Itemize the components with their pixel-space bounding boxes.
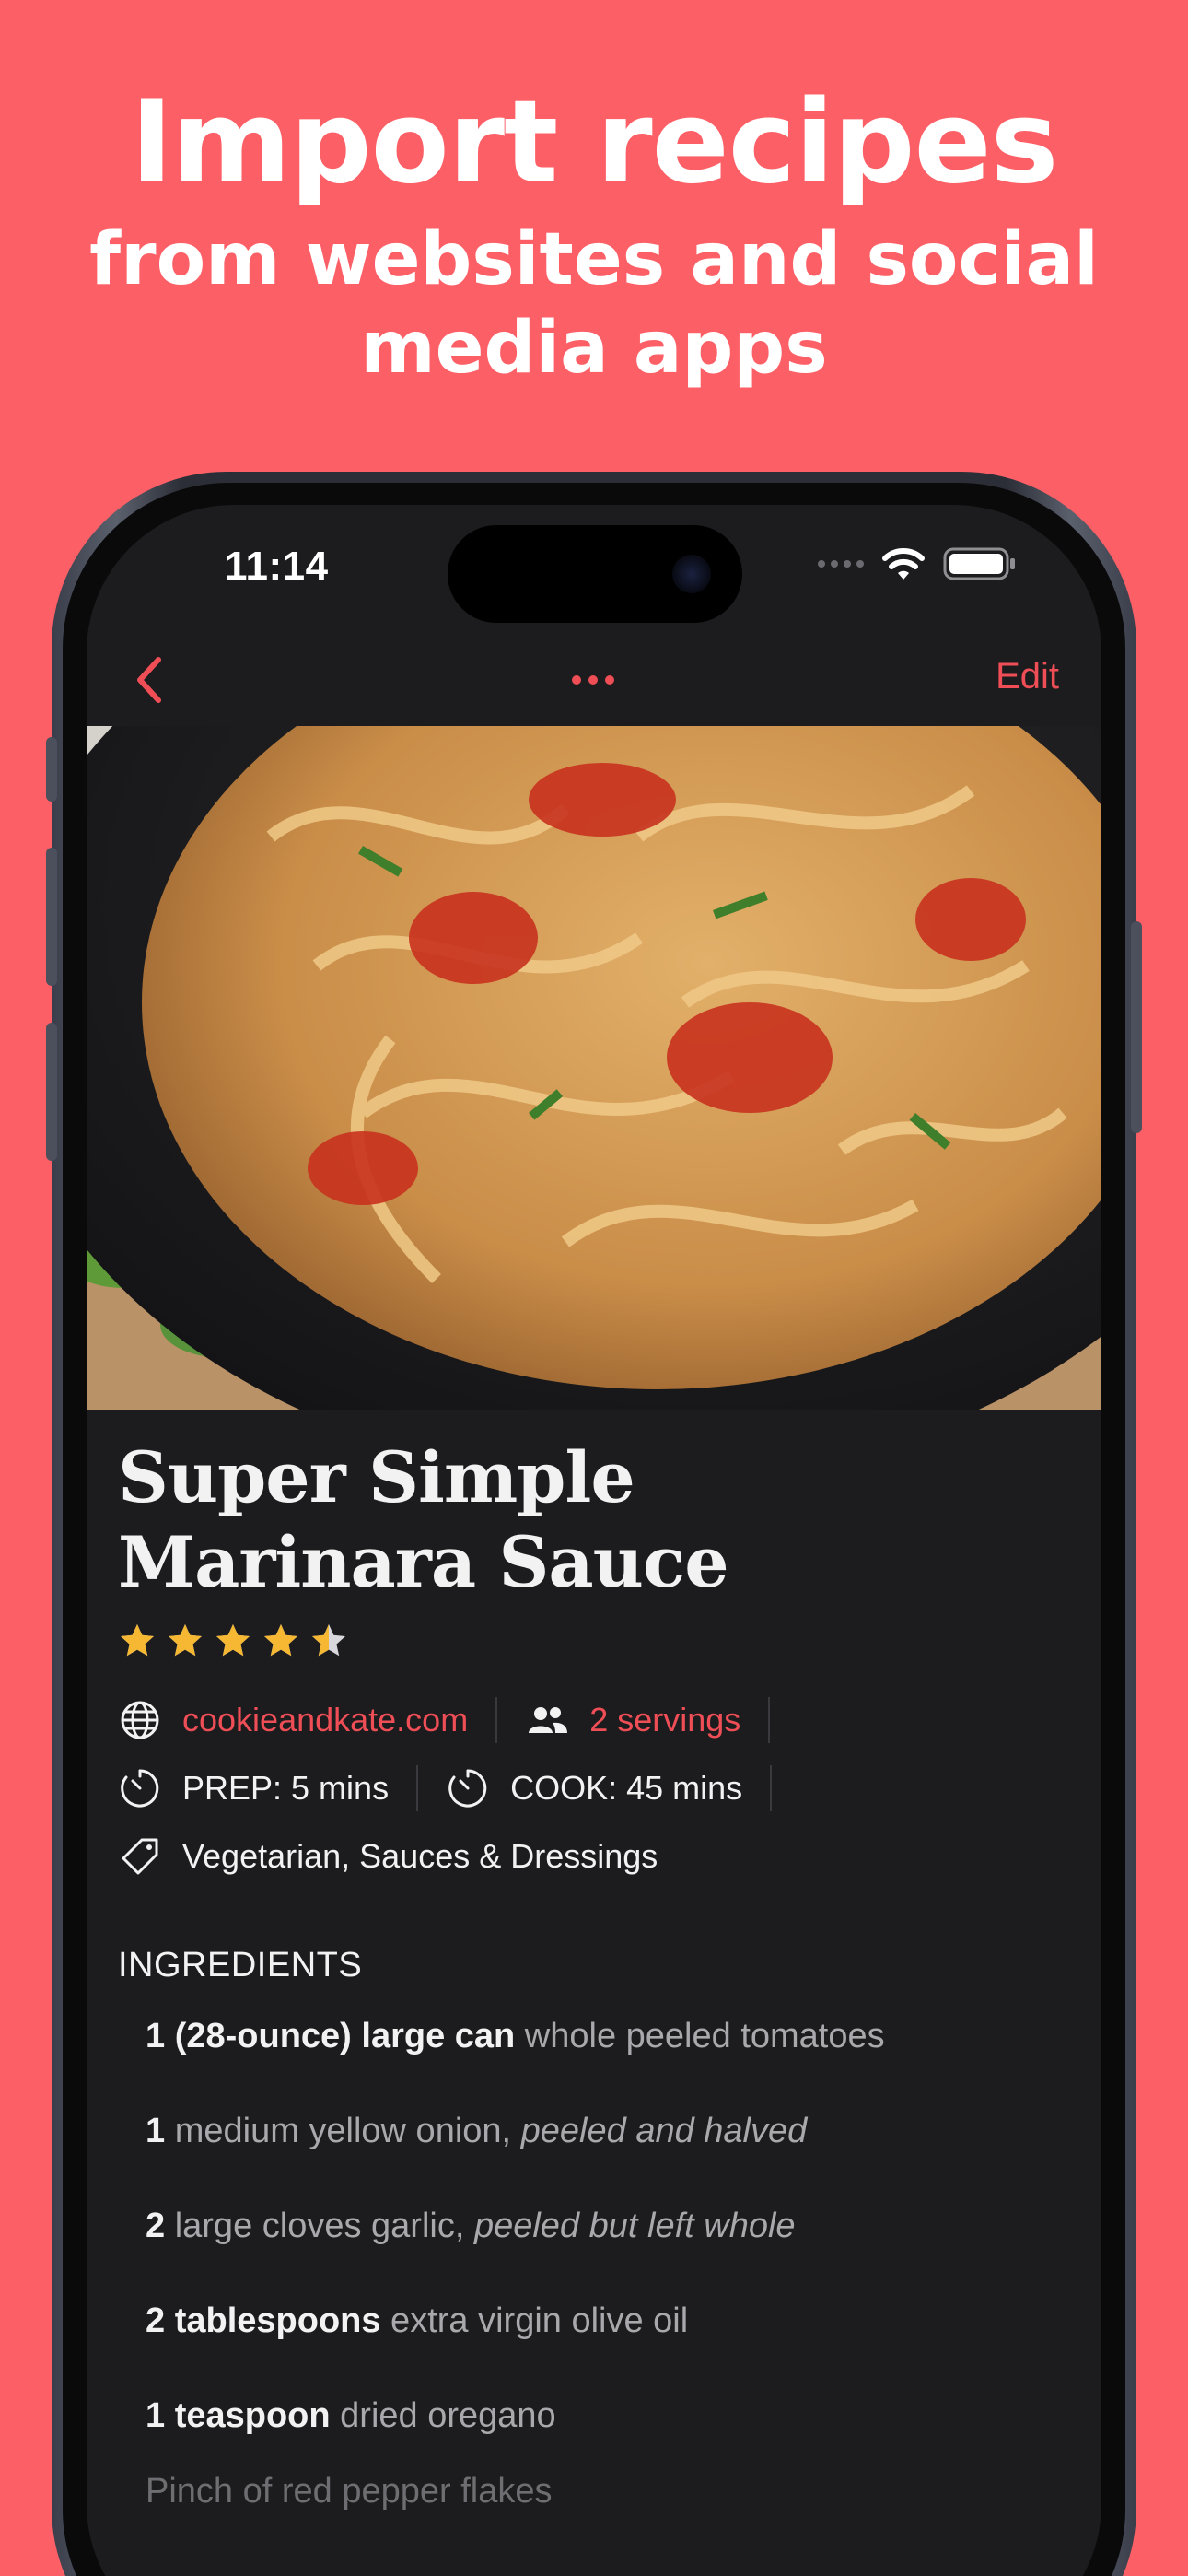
recipe-title-line2: Marinara Sauce	[118, 1521, 729, 1603]
source-servings-row: cookieandkate.com 2 servings	[118, 1686, 1076, 1754]
time-row: PREP: 5 mins COOK: 45 mins	[118, 1754, 1076, 1822]
cook-time: COOK: 45 mins	[510, 1769, 743, 1807]
list-item[interactable]: 2 tablespoons extra virgin olive oil	[146, 2274, 1076, 2369]
timer-icon	[121, 1769, 159, 1808]
timer-icon	[448, 1769, 487, 1808]
servings-button[interactable]: 2 servings	[589, 1701, 740, 1739]
phone-action-button	[46, 737, 57, 802]
star-icon	[312, 1624, 345, 1657]
star-icon	[216, 1624, 250, 1657]
phone-volume-up	[46, 848, 57, 986]
recipe-content: Super Simple Marinara Sauce cookieandkat…	[118, 1435, 1076, 2519]
wifi-icon	[882, 548, 925, 580]
ingredient-note: peeled and halved	[520, 2112, 808, 2150]
list-item: Pinch of red pepper flakes	[146, 2464, 1076, 2519]
list-item[interactable]: 1 medium yellow onion, peeled and halved	[146, 2084, 1076, 2179]
list-item[interactable]: 1 teaspoon dried oregano	[146, 2369, 1076, 2464]
status-icons	[818, 545, 1017, 582]
ingredient-quantity: 2 tablespoons	[146, 2301, 381, 2340]
nav-bar: Edit	[87, 634, 1101, 726]
recipe-photo	[87, 726, 1101, 1410]
source-link[interactable]: cookieandkate.com	[182, 1701, 468, 1739]
camera-icon	[672, 555, 711, 593]
ingredient-name: whole peeled tomatoes	[515, 2017, 885, 2055]
tag-icon	[122, 1838, 158, 1875]
divider	[416, 1765, 419, 1811]
list-item[interactable]: 2 large cloves garlic, peeled but left w…	[146, 2179, 1076, 2274]
marketing-headline: Import recipes from websites and social …	[0, 74, 1188, 392]
ingredients-heading: INGREDIENTS	[118, 1946, 363, 1985]
headline-subtitle: from websites and social media apps	[89, 218, 1099, 390]
divider	[495, 1697, 498, 1743]
ingredient-partial: Pinch of red pepper flakes	[146, 2472, 553, 2511]
rating-stars[interactable]	[118, 1622, 1076, 1666]
status-bar: 11:14	[87, 505, 1101, 634]
ingredient-quantity: 1	[146, 2112, 166, 2150]
ingredient-quantity: 1 (28-ounce) large can	[146, 2017, 516, 2055]
ingredient-name: large cloves garlic,	[165, 2207, 474, 2245]
ingredients-list: 1 (28-ounce) large can whole peeled toma…	[118, 1989, 1076, 2464]
chevron-left-icon[interactable]	[127, 652, 173, 708]
phone-power-button	[1131, 921, 1142, 1133]
divider	[770, 1765, 773, 1811]
list-item[interactable]: 1 (28-ounce) large can whole peeled toma…	[146, 1989, 1076, 2084]
globe-icon	[121, 1701, 159, 1739]
ingredient-name: dried oregano	[330, 2396, 556, 2435]
signal-icon	[818, 560, 864, 568]
star-icon	[264, 1624, 297, 1657]
star-icon	[121, 1624, 154, 1657]
headline-title: Import recipes	[130, 76, 1059, 209]
recipe-title-line1: Super Simple	[118, 1436, 635, 1518]
people-icon	[529, 1707, 568, 1733]
ingredient-name: medium yellow onion,	[165, 2112, 521, 2150]
recipe-title: Super Simple Marinara Sauce	[118, 1435, 1076, 1605]
more-dots-icon[interactable]	[556, 662, 630, 698]
prep-time: PREP: 5 mins	[182, 1769, 390, 1807]
ingredient-note: peeled but left whole	[473, 2207, 796, 2245]
star-icon	[169, 1624, 202, 1657]
ingredient-quantity: 1 teaspoon	[146, 2396, 331, 2435]
ingredient-name: extra virgin olive oil	[380, 2301, 689, 2340]
ingredient-quantity: 2	[146, 2207, 166, 2245]
phone-screen: 11:14 Edit Super Simple Marinara Sauce c…	[87, 505, 1101, 2576]
battery-icon	[943, 547, 1015, 580]
edit-button[interactable]: Edit	[996, 656, 1059, 697]
divider	[768, 1697, 771, 1743]
recipe-tags[interactable]: Vegetarian, Sauces & Dressings	[182, 1837, 658, 1876]
tags-row: Vegetarian, Sauces & Dressings	[118, 1822, 1076, 1891]
phone-volume-down	[46, 1023, 57, 1161]
status-time: 11:14	[225, 544, 329, 589]
dynamic-island	[448, 525, 742, 623]
